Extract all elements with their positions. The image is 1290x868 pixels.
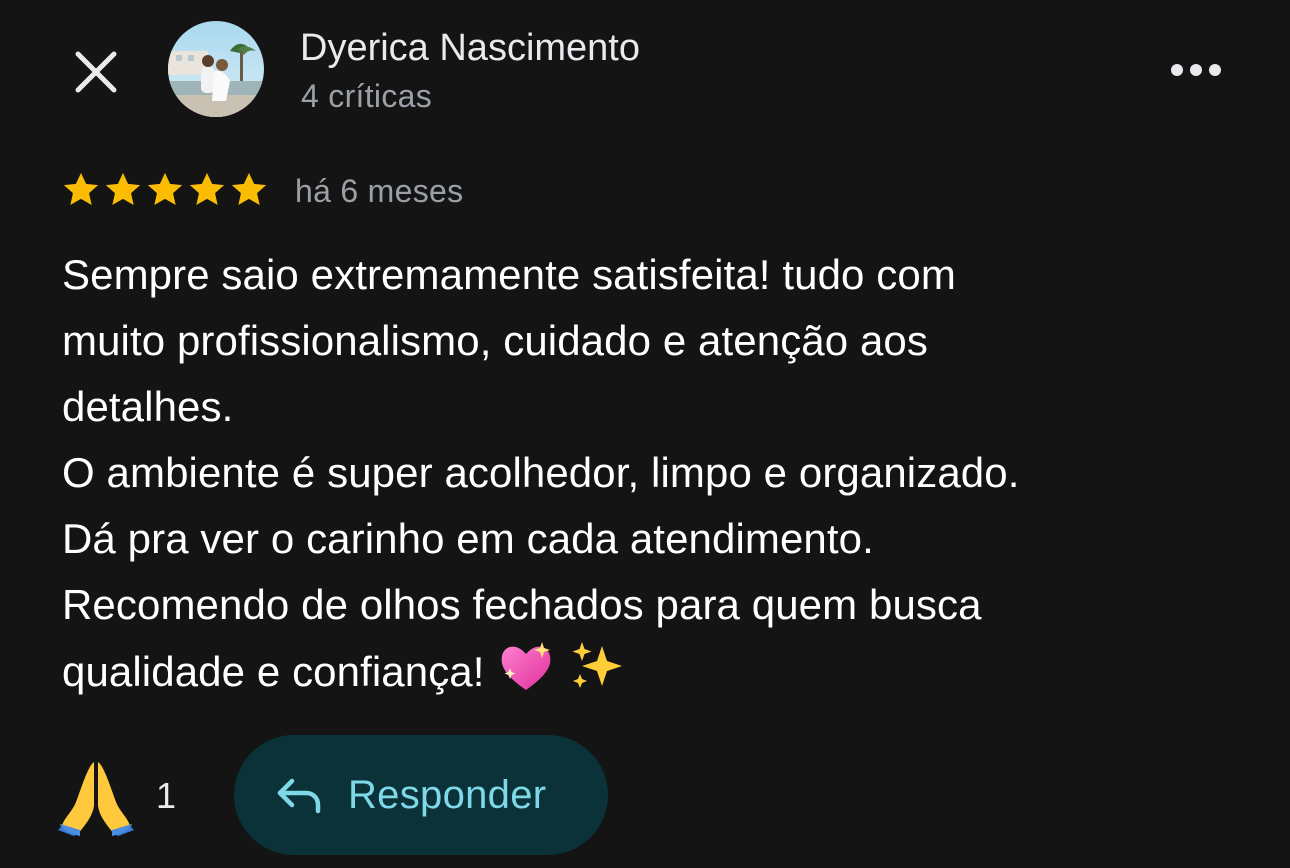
more-horizontal-icon bbox=[1171, 64, 1221, 76]
star-rating bbox=[60, 168, 270, 212]
author-name[interactable]: Dyerica Nascimento bbox=[300, 26, 640, 70]
sparkles-emoji bbox=[572, 642, 623, 688]
star-icon bbox=[63, 172, 99, 206]
folded-hands-emoji bbox=[58, 762, 134, 836]
reply-label: Responder bbox=[348, 772, 547, 817]
review-body: Sempre saio extremamente satisfeita! tud… bbox=[62, 251, 1020, 695]
close-button[interactable] bbox=[64, 40, 128, 104]
more-options-button[interactable] bbox=[1160, 44, 1232, 96]
star-icon bbox=[231, 172, 267, 206]
review-count: 4 críticas bbox=[301, 78, 433, 114]
reaction-count: 1 bbox=[156, 775, 177, 816]
star-icon bbox=[189, 172, 225, 206]
review-date: há 6 meses bbox=[295, 173, 464, 209]
close-icon bbox=[75, 51, 117, 93]
star-icon bbox=[105, 172, 141, 206]
sparkling-heart-emoji bbox=[501, 642, 551, 690]
star-icon bbox=[147, 172, 183, 206]
reaction-button[interactable]: 1 bbox=[58, 756, 176, 836]
review-text: Sempre saio extremamente satisfeita! tud… bbox=[62, 242, 1242, 705]
reply-arrow-icon bbox=[277, 778, 321, 814]
reply-button[interactable]: Responder bbox=[234, 735, 608, 855]
avatar[interactable] bbox=[168, 21, 264, 117]
